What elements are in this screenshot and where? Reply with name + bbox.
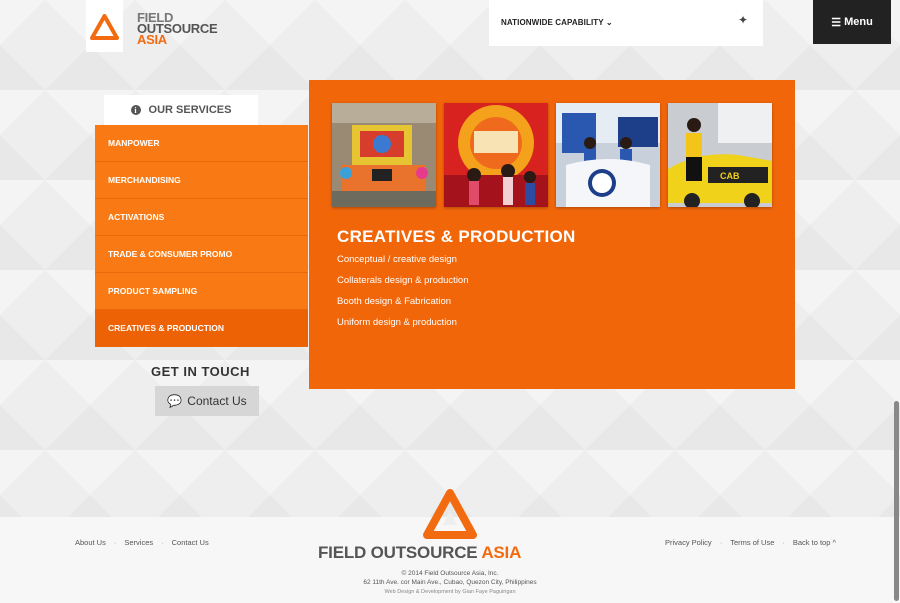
get-in-touch-title: GET IN TOUCH <box>151 364 250 379</box>
speech-bubble-icon: 💬 <box>167 394 183 408</box>
panel-item: Collaterals design & production <box>337 275 469 286</box>
panel-item: Booth design & Fabrication <box>337 296 452 307</box>
panel-item-list: Conceptual / creative design Collaterals… <box>337 254 469 338</box>
service-item-manpower[interactable]: MANPOWER <box>95 125 308 162</box>
footer-link-about-us[interactable]: About Us <box>75 538 106 547</box>
services-menu: MANPOWER MERCHANDISING ACTIVATIONS TRADE… <box>95 125 308 347</box>
nationwide-dropdown[interactable]: NATIONWIDE CAPABILITY ⌄ ✦ <box>489 0 763 46</box>
footer-right-links: Privacy Policy · Terms of Use · Back to to… <box>665 538 836 547</box>
svg-text:CAB: CAB <box>720 171 740 181</box>
panel-item: Conceptual / creative design <box>337 254 457 265</box>
info-icon: i <box>130 105 141 115</box>
footer-recycle-logo-icon <box>423 489 477 539</box>
panel-title: CREATIVES & PRODUCTION <box>337 227 576 246</box>
chevron-down-icon: ⌄ <box>605 18 613 27</box>
brand-logo-text[interactable]: FIELD OUTSOURCE ASIA <box>137 11 218 46</box>
menu-label: Menu <box>844 16 873 28</box>
hamburger-icon: ☰ <box>831 16 842 29</box>
footer-brand-text: FIELD OUTSOURCE <box>318 543 482 562</box>
footer-link-contact-us[interactable]: Contact Us <box>172 538 209 547</box>
footer-credit: Web Design & Development by Gian Faye Pa… <box>384 589 516 595</box>
footer-link-services[interactable]: Services <box>124 538 153 547</box>
service-item-activations[interactable]: ACTIVATIONS <box>95 199 308 236</box>
page-scrollbar[interactable] <box>894 401 899 601</box>
footer-link-back-to-top[interactable]: Back to top ^ <box>793 538 836 547</box>
footer-brand-accent: ASIA <box>481 543 522 562</box>
service-item-product-sampling[interactable]: PRODUCT SAMPLING <box>95 273 308 310</box>
menu-button[interactable]: ☰ Menu <box>813 0 891 44</box>
contact-us-button[interactable]: 💬 Contact Us <box>155 386 259 416</box>
gallery-photo-booth-stage[interactable] <box>332 103 436 207</box>
panel-item: Uniform design & production <box>337 317 457 328</box>
service-item-trade-consumer-promo[interactable]: TRADE & CONSUMER PROMO <box>95 236 308 273</box>
gallery-photo-unilab-booth[interactable] <box>556 103 660 207</box>
nationwide-label: NATIONWIDE CAPABILITY ⌄ <box>501 18 613 27</box>
footer-link-terms-of-use[interactable]: Terms of Use <box>730 538 774 547</box>
gallery-photo-yellow-cab[interactable]: CAB <box>668 103 772 207</box>
service-item-merchandising[interactable]: MERCHANDISING <box>95 162 308 199</box>
logo-icon-box[interactable] <box>86 0 123 52</box>
gallery-photo-event-stage[interactable] <box>444 103 548 207</box>
our-services-label: OUR SERVICES <box>148 104 232 116</box>
service-item-creatives-production[interactable]: CREATIVES & PRODUCTION <box>95 310 308 347</box>
service-detail-panel: CAB CREATIVES & PRODUCTION Conceptual / … <box>309 80 795 389</box>
our-services-heading: i OUR SERVICES <box>104 95 258 125</box>
footer-copyright: © 2014 Field Outsource Asia, Inc. <box>401 570 499 577</box>
recycle-logo-icon <box>90 14 119 40</box>
contact-us-label: Contact Us <box>187 394 247 408</box>
footer-left-links: About Us · Services · Contact Us <box>75 538 209 547</box>
footer-address: 62 11th Ave. cor Main Ave., Cubao, Quezo… <box>363 579 537 586</box>
footer-link-privacy-policy[interactable]: Privacy Policy <box>665 538 712 547</box>
philippines-map-icon: ✦ <box>738 13 749 27</box>
footer-brand-logo: FIELD OUTSOURCE ASIA <box>318 543 521 563</box>
